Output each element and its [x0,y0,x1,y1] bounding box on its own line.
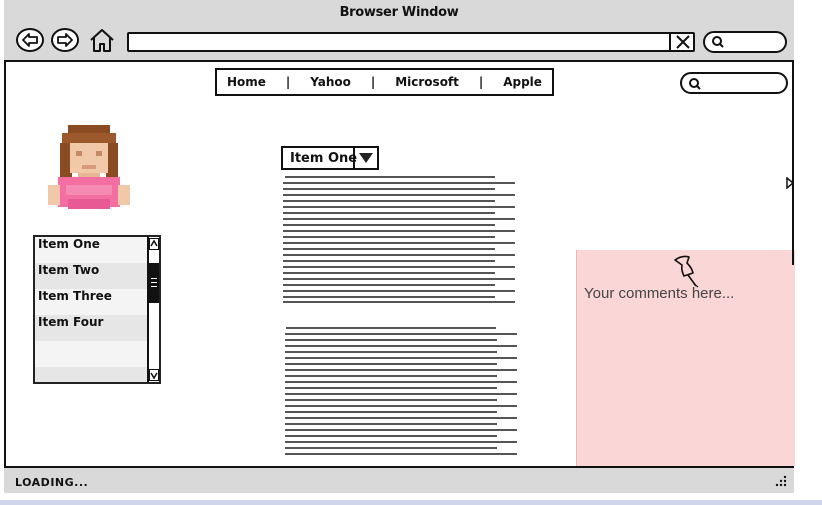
nav-separator: | [478,75,484,89]
clear-address-button[interactable] [669,33,693,51]
chevron-down-icon [359,153,373,163]
scroll-up-icon[interactable] [149,238,159,250]
list-item-empty [35,341,147,367]
nav-menu: Home | Yahoo | Microsoft | Apple [215,68,554,96]
listbox-scrollbar[interactable] [147,237,159,382]
nav-separator: | [370,75,376,89]
nav-link-apple[interactable]: Apple [503,75,542,89]
close-x-icon [676,35,690,49]
list-item[interactable]: Item Four [35,315,147,341]
scrollbar-thumb[interactable] [149,263,159,303]
scroll-down-icon[interactable] [149,369,159,381]
status-bar: LOADING... [4,466,794,493]
forward-arrow-icon [57,33,73,47]
browser-titlebar: Browser Window [4,0,794,62]
toolbar-search-input[interactable] [703,31,787,53]
address-bar[interactable] [127,32,695,52]
forward-button[interactable] [51,28,79,52]
resize-grip-icon[interactable] [774,474,788,488]
taskbar-edge [0,500,822,505]
dropdown-toggle[interactable] [353,148,377,168]
sticky-note-text[interactable]: Your comments here... [584,285,734,302]
list-item[interactable]: Item Three [35,289,147,315]
list-item[interactable]: Item Two [35,263,147,289]
list-item-empty [35,367,147,382]
back-button[interactable] [16,28,44,52]
sticky-note[interactable]: Your comments here... [576,250,795,466]
expand-arrow-icon[interactable] [786,177,794,189]
window-title: Browser Window [339,5,459,20]
avatar [48,125,130,209]
search-icon [689,78,701,90]
status-text: LOADING... [15,476,89,489]
page-search-input[interactable] [680,72,788,94]
nav-link-yahoo[interactable]: Yahoo [310,75,351,89]
list-item[interactable]: Item One [35,237,147,263]
home-icon [90,29,114,52]
item-dropdown[interactable]: Item One [281,146,379,170]
listbox[interactable]: Item One Item Two Item Three Item Four [33,235,161,384]
search-icon [712,36,724,48]
home-button[interactable] [89,27,115,58]
dropdown-selected-value: Item One [290,151,358,166]
nav-link-home[interactable]: Home [227,75,266,89]
nav-link-microsoft[interactable]: Microsoft [395,75,459,89]
back-arrow-icon [22,33,38,47]
nav-separator: | [285,75,291,89]
